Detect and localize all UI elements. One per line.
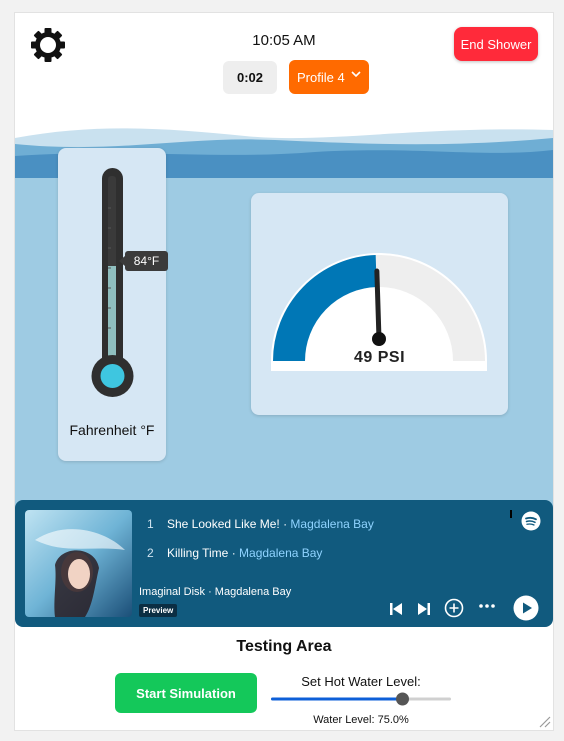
pressure-gauge [271, 253, 487, 371]
play-icon[interactable] [513, 595, 539, 621]
more-options-icon[interactable] [478, 603, 496, 609]
track-title: She Looked Like Me! [167, 517, 280, 531]
temperature-unit-label: Fahrenheit °F [69, 422, 155, 438]
pressure-gauge-card: 49 PSI [251, 193, 508, 415]
spotify-player: 1 She Looked Like Me! · Magdalena Bay 2 Ki… [15, 500, 553, 627]
profile-select[interactable]: Profile 4 [289, 60, 369, 94]
preview-badge: Preview [139, 604, 178, 617]
profile-select-label: Profile 4 [297, 69, 345, 85]
album-cover [25, 510, 132, 617]
add-to-library-icon[interactable] [444, 598, 464, 618]
thermometer-mercury [108, 266, 116, 356]
previous-track-icon[interactable] [389, 602, 403, 616]
end-shower-button[interactable]: End Shower [454, 27, 538, 61]
scroll-indicator [510, 510, 512, 518]
gauge-needle [374, 268, 382, 342]
thermometer-card: Fahrenheit °F [58, 148, 166, 461]
resize-handle-icon[interactable] [537, 714, 551, 728]
hot-water-slider-label: Set Hot Water Level: [301, 674, 421, 689]
pressure-readout: 49 PSI [353, 349, 406, 366]
next-track-icon[interactable] [417, 602, 431, 616]
slider-fill [271, 697, 403, 701]
start-simulation-button[interactable]: Start Simulation [115, 673, 257, 713]
track-separator: · [279, 517, 291, 531]
track-artist[interactable]: Magdalena Bay [290, 517, 373, 531]
water-level-readout: Water Level: 75.0% [313, 714, 409, 726]
track-number: 2 [147, 546, 154, 560]
shower-app: 10:05 AM 0:02 Profile 4 End Shower Fahre… [14, 12, 554, 731]
slider-thumb[interactable] [396, 692, 409, 706]
shower-timer: 0:02 [223, 61, 277, 94]
thermometer [91, 168, 134, 397]
chevron-down-icon [351, 71, 361, 78]
testing-area-title: Testing Area [236, 638, 332, 655]
track-artist[interactable]: Magdalena Bay [239, 546, 322, 560]
temperature-tooltip: 84°F [119, 251, 168, 271]
hot-water-slider[interactable] [271, 691, 451, 707]
track-separator: · [228, 546, 240, 560]
spotify-icon[interactable] [521, 511, 541, 531]
track-row[interactable]: 2 Killing Time · Magdalena Bay [147, 546, 322, 560]
album-line: Imaginal Disk · Magdalena Bay [139, 586, 292, 598]
track-title: Killing Time [167, 546, 229, 560]
track-number: 1 [147, 517, 154, 531]
track-row[interactable]: 1 She Looked Like Me! · Magdalena Bay [147, 517, 374, 531]
